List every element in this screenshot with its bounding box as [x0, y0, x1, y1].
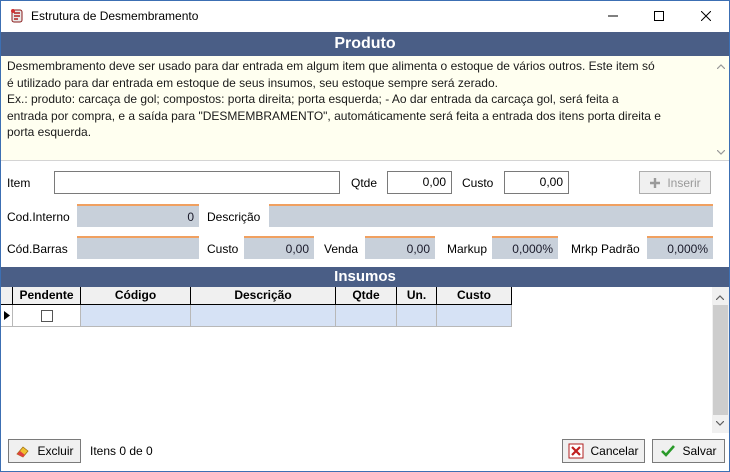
row-indicator-icon: [1, 305, 13, 327]
col-un[interactable]: Un.: [397, 287, 437, 305]
grid-scroll-thumb[interactable]: [713, 305, 728, 415]
maximize-button[interactable]: [636, 0, 682, 31]
minimize-icon: [608, 15, 618, 16]
custo-cell[interactable]: [437, 305, 512, 327]
plus-icon: [650, 177, 661, 188]
qtde-input[interactable]: 0,00: [387, 171, 452, 194]
codigo-cell[interactable]: [81, 305, 191, 327]
items-count: Itens 0 de 0: [90, 444, 153, 458]
descricao-field: [269, 204, 713, 227]
custo2-label: Custo: [207, 242, 239, 256]
custo2-field: 0,00: [244, 236, 314, 259]
scroll-down-icon[interactable]: [713, 144, 729, 160]
table-row[interactable]: [1, 305, 512, 327]
cod-interno-field: 0: [77, 204, 199, 227]
venda-label: Venda: [324, 242, 359, 256]
mrkp-padrao-label: Mrkp Padrão: [571, 242, 640, 256]
close-button[interactable]: [683, 0, 729, 31]
grid-scroll-up-icon[interactable]: [712, 289, 728, 305]
description-scrollbar[interactable]: [713, 56, 729, 161]
col-pendente[interactable]: Pendente: [13, 287, 81, 305]
qtde-label: Qtde: [351, 176, 378, 190]
eraser-icon: [16, 446, 30, 458]
markup-field: 0,000%: [492, 236, 558, 259]
markup-label: Markup: [447, 242, 488, 256]
grid-corner: [1, 287, 13, 305]
cancelar-button[interactable]: Cancelar: [562, 439, 645, 463]
salvar-label: Salvar: [682, 444, 717, 458]
descricao-cell[interactable]: [191, 305, 336, 327]
insumos-header: Insumos: [1, 267, 729, 287]
item-input[interactable]: [54, 171, 340, 194]
maximize-icon: [654, 10, 664, 21]
venda-field: 0,00: [365, 236, 435, 259]
un-cell[interactable]: [397, 305, 437, 327]
inserir-label: Inserir: [667, 175, 701, 190]
cancel-x-icon: [568, 443, 584, 459]
pendente-cell[interactable]: [13, 305, 81, 327]
col-descricao[interactable]: Descrição: [191, 287, 336, 305]
col-codigo[interactable]: Código: [81, 287, 191, 305]
custo-input[interactable]: 0,00: [504, 171, 569, 194]
mrkp-padrao-field: 0,000%: [647, 236, 713, 259]
close-icon: [701, 10, 711, 21]
minimize-button[interactable]: [590, 0, 636, 31]
scroll-up-icon[interactable]: [713, 58, 729, 74]
grid-scroll-down-icon[interactable]: [712, 415, 728, 431]
cod-barras-label: Cód.Barras: [7, 242, 68, 256]
cod-interno-label: Cod.Interno: [7, 210, 70, 224]
description-text: Desmembramento deve ser usado para dar e…: [7, 59, 661, 139]
cancelar-label: Cancelar: [590, 444, 639, 458]
produto-header: Produto: [1, 32, 729, 56]
col-custo[interactable]: Custo: [437, 287, 512, 305]
col-qtde[interactable]: Qtde: [336, 287, 397, 305]
pendente-checkbox[interactable]: [40, 309, 53, 322]
excluir-button[interactable]: Excluir: [8, 439, 81, 463]
window-title: Estrutura de Desmembramento: [31, 9, 199, 23]
salvar-button[interactable]: Salvar: [652, 439, 725, 463]
item-label: Item: [7, 176, 31, 190]
descricao-label: Descrição: [207, 210, 261, 224]
cod-barras-field: [77, 236, 199, 259]
custo-label: Custo: [462, 176, 494, 190]
qtde-cell[interactable]: [336, 305, 397, 327]
grid-header: Pendente Código Descrição Qtde Un. Custo: [13, 287, 512, 305]
app-icon: [9, 8, 25, 24]
inserir-button[interactable]: Inserir: [639, 171, 711, 194]
checkmark-icon: [661, 445, 676, 457]
excluir-label: Excluir: [37, 444, 74, 458]
